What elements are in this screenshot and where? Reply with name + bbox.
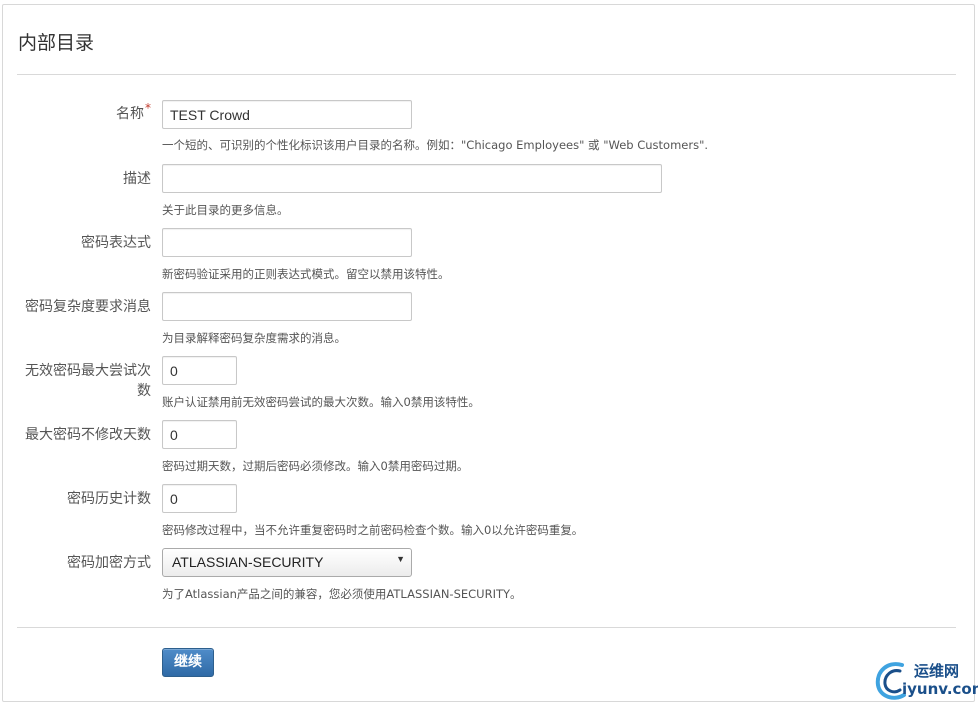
name-label-text: 名称 (116, 106, 144, 122)
top-divider (17, 74, 956, 75)
max-attempts-help: 账户认证禁用前无效密码尝试的最大次数。输入0禁用该特性。 (162, 395, 480, 409)
max-age-input[interactable] (162, 420, 237, 449)
password-regex-label: 密码表达式 (81, 235, 151, 251)
name-input[interactable] (162, 100, 412, 129)
bottom-divider (17, 627, 956, 628)
page-title: 内部目录 (18, 32, 95, 54)
history-count-help: 密码修改过程中，当不允许重复密码时之前密码检查个数。输入0以允许密码重复。 (162, 523, 584, 537)
name-help: 一个短的、可识别的个性化标识该用户目录的名称。例如："Chicago Emplo… (162, 138, 709, 152)
description-label: 描述 (123, 171, 151, 187)
password-regex-help: 新密码验证采用的正则表达式模式。留空以禁用该特性。 (162, 267, 450, 281)
name-label: 名称* (116, 101, 151, 124)
description-help: 关于此目录的更多信息。 (162, 203, 289, 217)
encryption-select[interactable]: ATLASSIAN-SECURITY ▼ (162, 548, 412, 577)
dropdown-arrow-icon: ▼ (396, 554, 405, 564)
watermark-logo: 运维网 iyunv.com (872, 657, 978, 703)
max-attempts-label: 无效密码最大尝试次数 (25, 363, 151, 399)
complexity-message-input[interactable] (162, 292, 412, 321)
complexity-message-label: 密码复杂度要求消息 (25, 299, 151, 315)
password-regex-input[interactable] (162, 228, 412, 257)
history-count-input[interactable] (162, 484, 237, 513)
max-attempts-input[interactable] (162, 356, 237, 385)
encryption-help: 为了Atlassian产品之间的兼容，您必须使用ATLASSIAN-SECURI… (162, 587, 522, 601)
history-count-label: 密码历史计数 (67, 491, 151, 507)
max-age-help: 密码过期天数，过期后密码必须修改。输入0禁用密码过期。 (162, 459, 469, 473)
watermark-text-cn: 运维网 (914, 662, 960, 680)
encryption-label: 密码加密方式 (67, 555, 151, 571)
watermark-text-domain: iyunv.com (902, 680, 978, 698)
continue-button[interactable]: 继续 (162, 648, 214, 677)
encryption-selected-value: ATLASSIAN-SECURITY (172, 554, 324, 570)
max-age-label: 最大密码不修改天数 (25, 427, 151, 443)
complexity-message-help: 为目录解释密码复杂度需求的消息。 (162, 331, 346, 345)
description-input[interactable] (162, 164, 662, 193)
required-mark: * (145, 101, 151, 115)
